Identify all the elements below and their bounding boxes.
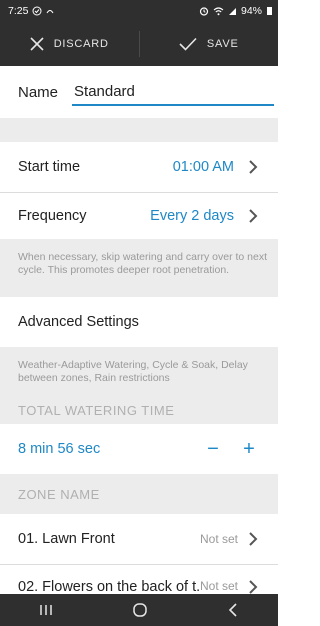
zone-status: Not set — [199, 579, 238, 593]
frequency-label: Frequency — [18, 208, 87, 224]
spacer-band — [0, 118, 278, 142]
home-icon[interactable] — [132, 602, 148, 618]
total-watering-value: 8 min 56 sec — [18, 441, 101, 457]
name-input[interactable] — [72, 78, 275, 106]
zone-row[interactable]: 01. Lawn Front Not set — [0, 514, 278, 564]
zone-header-band: ZONE NAME — [0, 474, 278, 514]
start-time-label: Start time — [18, 159, 81, 175]
battery-percent: 94% — [240, 5, 262, 17]
alarm-icon — [199, 7, 209, 16]
zone-status: Not set — [199, 532, 238, 546]
zone-name-header: ZONE NAME — [18, 486, 100, 502]
zone-name: 01. Lawn Front — [18, 531, 115, 547]
save-button[interactable]: SAVE — [140, 22, 279, 66]
chevron-right-icon — [249, 209, 258, 223]
chevron-right-icon — [249, 160, 258, 174]
frequency-row[interactable]: Frequency Every 2 days — [0, 193, 278, 239]
recent-apps-icon[interactable] — [39, 604, 53, 616]
start-time-row[interactable]: Start time 01:00 AM — [0, 142, 278, 192]
name-row: Name — [0, 66, 278, 118]
total-watering-header: TOTAL WATERING TIME — [18, 403, 175, 418]
status-right: 94% — [199, 5, 272, 17]
wifi-icon — [213, 7, 224, 16]
frequency-value: Every 2 days — [150, 208, 234, 224]
alarm-check-icon — [32, 6, 42, 16]
check-icon — [179, 37, 197, 51]
signal-small-icon — [47, 10, 54, 14]
back-icon[interactable] — [227, 603, 239, 617]
frequency-note: When necessary, skip watering and carry … — [18, 251, 268, 276]
discard-label: DISCARD — [53, 38, 109, 50]
frequency-note-band: When necessary, skip watering and carry … — [0, 239, 278, 297]
total-watering-row: 8 min 56 sec − + — [0, 424, 278, 474]
increase-time-button[interactable]: + — [238, 438, 260, 461]
chevron-right-icon — [249, 532, 258, 546]
status-left: 7:25 — [8, 5, 54, 17]
decrease-time-button[interactable]: − — [202, 438, 224, 461]
discard-button[interactable]: DISCARD — [0, 22, 139, 66]
save-label: SAVE — [206, 38, 239, 50]
start-time-value: 01:00 AM — [172, 159, 234, 175]
navigation-bar — [0, 594, 278, 626]
advanced-note: Weather-Adaptive Watering, Cycle & Soak,… — [18, 359, 248, 384]
name-label: Name — [18, 83, 59, 101]
zone-name: 02. Flowers on the back of t... — [18, 579, 200, 595]
advanced-settings-label: Advanced Settings — [18, 314, 139, 330]
advanced-settings-row[interactable]: Advanced Settings — [0, 297, 278, 347]
status-bar: 7:25 94% — [0, 0, 278, 22]
advanced-note-band: Weather-Adaptive Watering, Cycle & Soak,… — [0, 347, 278, 424]
cell-signal-icon — [228, 7, 236, 15]
action-bar: DISCARD SAVE — [0, 22, 278, 66]
battery-icon — [267, 7, 272, 15]
status-time: 7:25 — [8, 5, 29, 17]
close-icon — [30, 37, 44, 51]
chevron-right-icon — [249, 580, 258, 594]
